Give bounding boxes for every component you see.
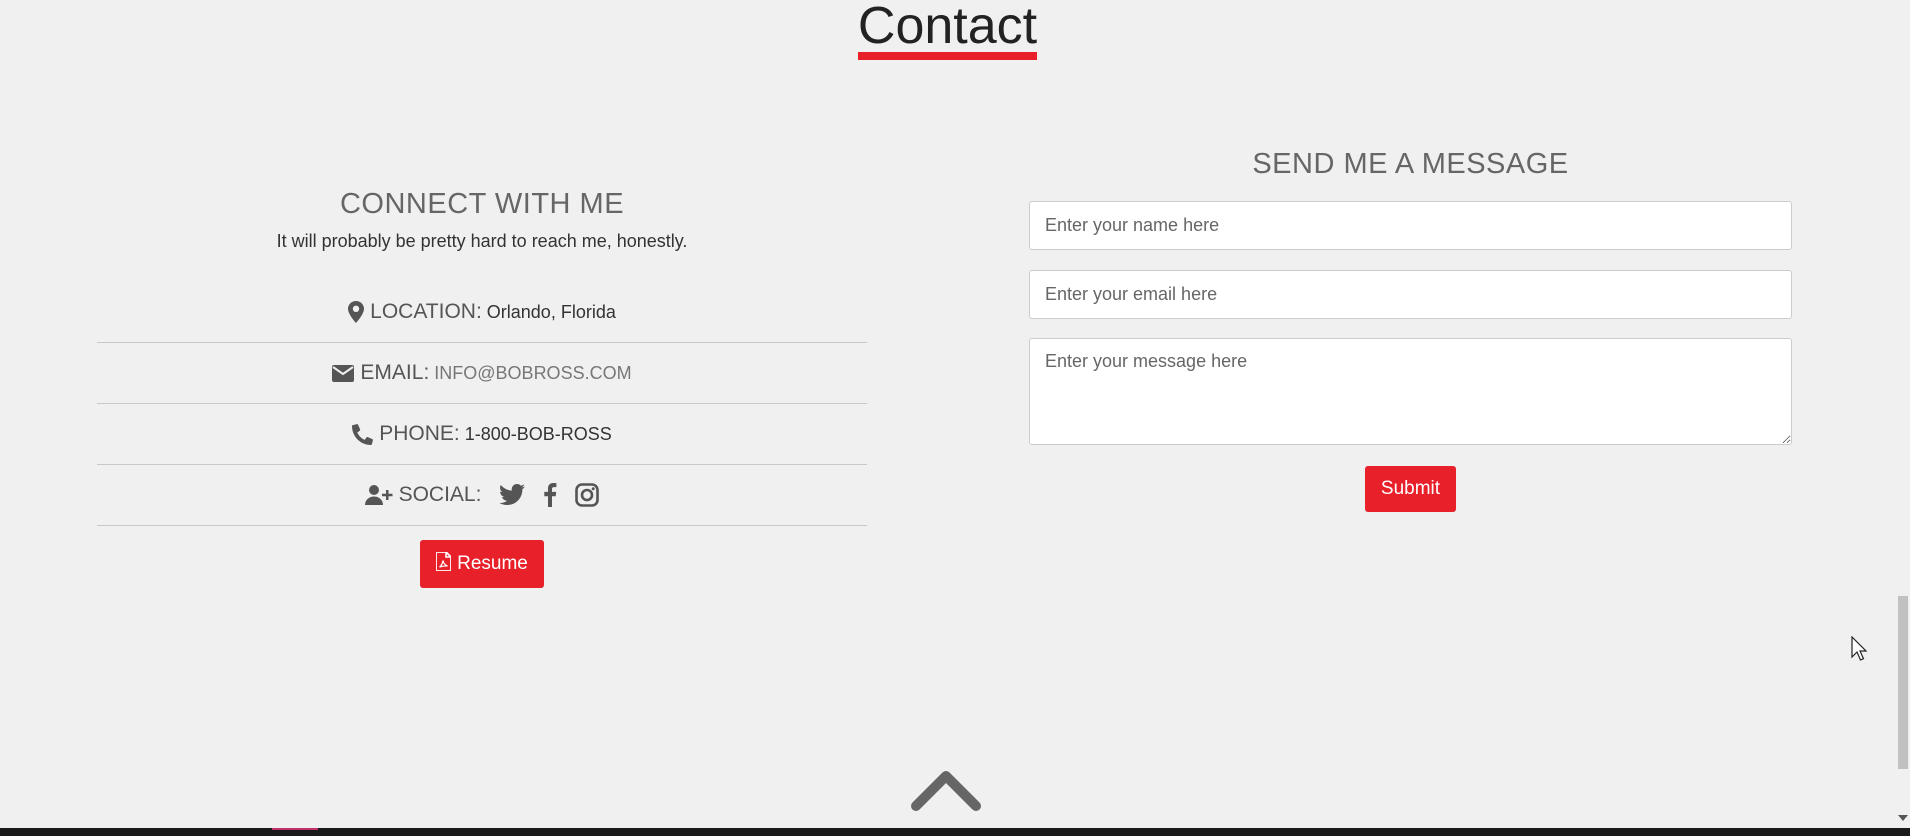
mouse-cursor-icon bbox=[1851, 635, 1868, 662]
social-label: SOCIAL: bbox=[398, 483, 482, 506]
resume-wrap: Resume bbox=[97, 540, 867, 588]
page: Contact CONNECT WITH ME It will probably… bbox=[0, 0, 1910, 836]
social-row: SOCIAL: bbox=[97, 465, 867, 526]
resume-label: Resume bbox=[457, 553, 528, 574]
email-row: EMAIL: INFO@BOBROSS.COM bbox=[97, 343, 867, 404]
section-title-text: Contact bbox=[857, 0, 1038, 60]
twitter-icon[interactable] bbox=[499, 484, 526, 506]
phone-label: PHONE: bbox=[379, 422, 460, 445]
email-link[interactable]: INFO@BOBROSS.COM bbox=[434, 363, 631, 384]
email-input[interactable] bbox=[1029, 270, 1792, 319]
name-input[interactable] bbox=[1029, 201, 1792, 250]
scroll-down-arrow-icon[interactable] bbox=[1898, 815, 1908, 821]
map-marker-icon bbox=[348, 301, 365, 323]
contact-section: Contact CONNECT WITH ME It will probably… bbox=[0, 0, 1895, 828]
scroll-top-chevron-icon[interactable] bbox=[911, 768, 981, 812]
location-value: Orlando, Florida bbox=[486, 301, 616, 322]
phone-row: PHONE: 1-800-BOB-ROSS bbox=[97, 404, 867, 465]
scrollbar-thumb[interactable] bbox=[1898, 596, 1908, 769]
contact-info-list: LOCATION: Orlando, Florida EMAIL: INFO@B… bbox=[97, 282, 867, 526]
connect-panel: CONNECT WITH ME It will probably be pret… bbox=[97, 188, 867, 588]
file-pdf-icon bbox=[435, 550, 453, 577]
resume-button[interactable]: Resume bbox=[420, 540, 544, 588]
message-textarea[interactable] bbox=[1029, 338, 1792, 445]
submit-button[interactable]: Submit bbox=[1364, 466, 1457, 512]
connect-heading: CONNECT WITH ME bbox=[339, 188, 625, 220]
message-panel: SEND ME A MESSAGE Submit bbox=[1029, 148, 1792, 512]
connect-tagline: It will probably be pretty hard to reach… bbox=[276, 231, 688, 251]
page-title: Contact bbox=[0, 0, 1895, 60]
footer-bar bbox=[0, 828, 1910, 836]
submit-wrap: Submit bbox=[1029, 466, 1792, 512]
user-plus-icon bbox=[364, 485, 393, 505]
message-heading: SEND ME A MESSAGE bbox=[1252, 148, 1569, 180]
phone-icon bbox=[352, 423, 374, 445]
location-label: LOCATION: bbox=[370, 300, 482, 323]
vertical-scrollbar[interactable] bbox=[1895, 0, 1910, 828]
facebook-icon[interactable] bbox=[543, 483, 557, 507]
location-row: LOCATION: Orlando, Florida bbox=[97, 282, 867, 343]
envelope-icon bbox=[332, 364, 355, 382]
email-label: EMAIL: bbox=[360, 361, 430, 384]
footer-accent bbox=[272, 828, 318, 830]
phone-value: 1-800-BOB-ROSS bbox=[464, 423, 612, 444]
instagram-icon[interactable] bbox=[575, 483, 600, 507]
